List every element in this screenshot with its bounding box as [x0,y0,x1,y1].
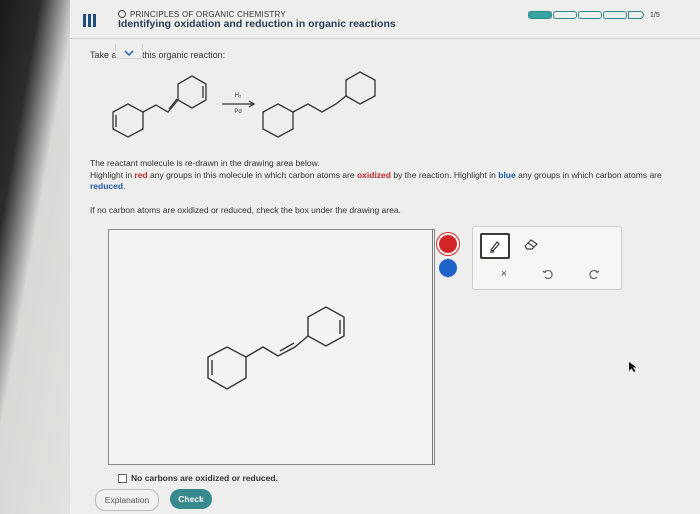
toolbox: × [472,226,622,290]
reagent-top: H₂ [235,93,242,99]
mouse-cursor-icon [629,362,637,372]
instruction-line3: If no carbon atoms are oxidized or reduc… [90,205,401,215]
product-ring-left [262,103,294,138]
collapse-tab[interactable] [115,44,143,59]
header-divider [70,38,700,39]
progress-bar: 1/5 [528,11,660,19]
highlighter-tool[interactable] [480,233,510,259]
check-button[interactable]: Check [170,489,212,509]
product-chain [292,95,347,113]
checkbox-label: No carbons are oxidized or reduced. [131,473,278,483]
progress-segment [528,11,552,19]
red-highlight-button[interactable] [439,235,457,253]
redo-icon [589,269,600,280]
progress-segment [628,11,644,19]
progress-segment [553,11,577,19]
palette-divider [432,229,433,465]
no-change-checkbox[interactable] [118,473,127,483]
eraser-tool[interactable] [518,233,544,255]
progress-segment [578,11,602,19]
highlighter-icon [490,241,500,253]
reactant-ring-right [177,75,207,109]
question-prompt: Take a lt this organic reaction: [90,50,226,60]
undo-icon [542,269,553,280]
reactant-chain [142,99,179,113]
reaction-scheme: H₂ Pd [112,71,376,138]
reactant-ring-left [112,103,144,138]
explanation-button[interactable]: Explanation [95,489,159,511]
circle-icon [118,10,126,18]
eraser-icon [524,239,538,250]
progress-count: 1/5 [650,11,660,19]
undo-button[interactable] [535,263,561,285]
menu-icon[interactable] [83,14,99,28]
no-change-checkbox-row[interactable]: No carbons are oxidized or reduced. [118,473,278,483]
product-ring-right [345,71,376,105]
drawn-molecule[interactable] [200,295,370,395]
chevron-down-icon [124,50,134,57]
reagent-bottom: Pd [234,109,241,115]
redo-button[interactable] [581,263,607,285]
progress-segment [603,11,627,19]
clear-button[interactable]: × [491,263,517,285]
instruction-line2: Highlight in red any groups in this mole… [90,170,662,191]
clear-icon: × [500,268,508,280]
instruction-line1: The reactant molecule is re-drawn in the… [90,158,320,168]
topic-title: Identifying oxidation and reduction in o… [118,18,396,30]
blue-highlight-button[interactable] [439,259,457,277]
